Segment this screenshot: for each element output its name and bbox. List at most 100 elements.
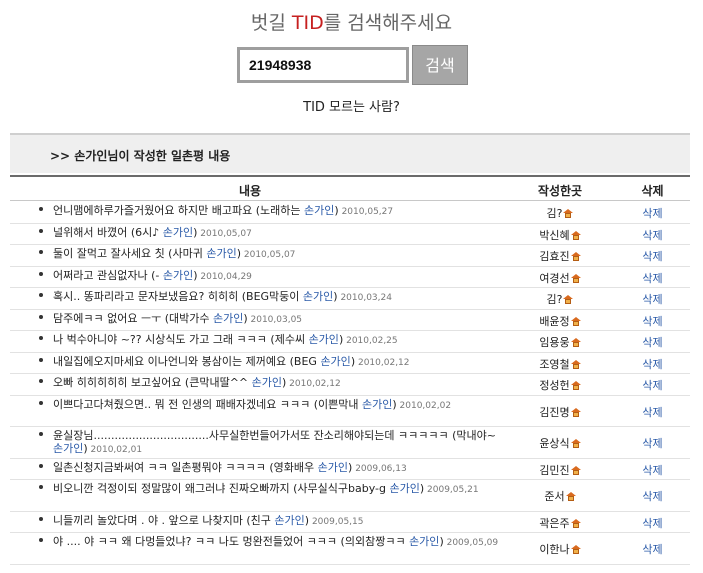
delete-link[interactable]: 삭제 (625, 313, 680, 329)
comment-nickname[interactable]: 손가인 (362, 398, 392, 411)
author-cell: 김? (515, 291, 605, 307)
comment-nickname[interactable]: 손가인 (303, 290, 333, 303)
author-name[interactable]: 김진명 (539, 406, 569, 419)
author-name[interactable]: 임용웅 (539, 336, 569, 349)
tid-help-link[interactable]: TID 모르는 사람? (0, 96, 703, 115)
comment-date: 2010,02,12 (355, 357, 410, 368)
search-button[interactable]: 검색 (412, 45, 468, 85)
home-icon[interactable] (570, 359, 581, 369)
comment-date: 2009,06,13 (352, 463, 407, 474)
author-name[interactable]: 김효진 (539, 250, 569, 263)
home-icon[interactable] (570, 518, 581, 528)
title-prefix: 벗길 (250, 12, 292, 34)
delete-link[interactable]: 삭제 (625, 377, 680, 393)
comment-content: 비오니깐 걱정이되 정말많이 왜그러냐 진짜오빠까지 (사무실식구baby-g … (53, 482, 501, 497)
delete-link[interactable]: 삭제 (625, 488, 680, 504)
comment-content: 나 벅수아니야 ~?? 시상식도 가고 그래 ㅋㅋㅋ (제수씨 손가인) 201… (53, 333, 501, 348)
comment-date: 2010,05,27 (338, 207, 394, 217)
comment-nickname[interactable]: 손가인 (309, 333, 339, 346)
delete-link[interactable]: 삭제 (625, 205, 680, 221)
author-name[interactable]: 조영철 (539, 358, 569, 371)
delete-link[interactable]: 삭제 (625, 541, 680, 557)
comment-nickname[interactable]: 손가인 (318, 461, 348, 474)
comment-date: 2010,02,12 (286, 379, 341, 389)
author-cell: 김민진 (515, 462, 605, 478)
table-row: 담주에ㅋㅋ 없어요 ㅡㅜ (대박가수 손가인) 2010,03,05 배윤정 삭제 (10, 310, 690, 331)
delete-link[interactable]: 삭제 (625, 248, 680, 264)
table-row: 윤실장님.................................사무실… (10, 427, 690, 459)
comment-text: 둘이 잘먹고 잘사세요 칫 (사마귀 (53, 247, 207, 260)
delete-link[interactable]: 삭제 (625, 270, 680, 286)
comment-nickname[interactable]: 손가인 (409, 535, 439, 548)
author-name[interactable]: 김? (547, 293, 563, 306)
comment-nickname[interactable]: 손가인 (274, 514, 304, 527)
author-name[interactable]: 김민진 (539, 464, 569, 477)
author-name[interactable]: 박신혜 (539, 229, 569, 242)
comment-date: 2010,05,07 (241, 250, 296, 260)
author-name[interactable]: 곽은주 (539, 517, 569, 530)
comment-nickname[interactable]: 손가인 (163, 226, 193, 239)
comment-text: 언니맴에하루가즐거웠어요 하지만 배고파요 (노래하는 (53, 204, 305, 217)
home-icon[interactable] (570, 381, 581, 390)
title-highlight: TID (291, 12, 324, 34)
author-cell: 여경선 (515, 270, 605, 286)
comment-content: 니들끼리 놀았다며 . 야 . 앞으로 나찾지마 (친구 손가인) 2009,0… (53, 514, 501, 529)
table-row: 야 .... 야 ㅋㅋ 왜 다멍들었냐? ㅋㅋ 나도 멍완전들었어 ㅋㅋㅋ (의… (10, 533, 690, 565)
comment-nickname[interactable]: 손가인 (304, 204, 334, 217)
delete-link[interactable]: 삭제 (625, 334, 680, 350)
table-row: 나 벅수아니야 ~?? 시상식도 가고 그래 ㅋㅋㅋ (제수씨 손가인) 201… (10, 331, 690, 353)
home-icon[interactable] (570, 252, 581, 261)
home-icon[interactable] (570, 407, 581, 417)
home-icon[interactable] (570, 439, 581, 448)
table-row: 일촌신청지금봐써여 ㅋㅋ 일촌평뭐야 ㅋㅋㅋㅋ (영화배우 손가인) 2009,… (10, 459, 690, 480)
delete-link[interactable]: 삭제 (625, 515, 680, 531)
delete-link[interactable]: 삭제 (625, 227, 680, 243)
author-name[interactable]: 이한나 (539, 543, 569, 556)
home-icon[interactable] (570, 230, 581, 240)
comment-nickname[interactable]: 손가인 (252, 376, 282, 389)
table-row: 오빠 히히히히히 보고싶어요 (큰막내딸^^ 손가인) 2010,02,12 정성… (10, 374, 690, 396)
comment-content: 내일집에오지마세요 이나언니와 봉삼이는 제꺼예요 (BEG 손가인) 2010… (53, 355, 501, 370)
home-icon[interactable] (565, 492, 576, 501)
home-icon[interactable] (563, 295, 574, 304)
tid-search-input[interactable]: 21948938 (237, 47, 409, 83)
comment-nickname[interactable]: 손가인 (53, 442, 83, 455)
comment-nickname[interactable]: 손가인 (163, 269, 193, 282)
author-name[interactable]: 여경선 (539, 272, 569, 285)
delete-link[interactable]: 삭제 (625, 435, 680, 451)
page-title: 벗길 TID를 검색해주세요 (0, 8, 703, 35)
delete-link[interactable]: 삭제 (625, 356, 680, 372)
comment-content: 윤실장님.................................사무실… (53, 429, 501, 457)
home-icon[interactable] (570, 465, 581, 475)
comment-content: 일촌신청지금봐써여 ㅋㅋ 일촌평뭐야 ㅋㅋㅋㅋ (영화배우 손가인) 2009,… (53, 461, 501, 476)
comment-content: 오빠 히히히히히 보고싶어요 (큰막내딸^^ 손가인) 2010,02,12 (53, 376, 501, 391)
comment-date: 2010,05,07 (197, 228, 252, 239)
comment-text: 윤실장님.................................사무실… (53, 429, 496, 442)
author-cell: 곽은주 (515, 515, 605, 531)
bullet-icon (39, 314, 43, 319)
author-cell: 임용웅 (515, 334, 605, 350)
comment-text: 니들끼리 놀았다며 . 야 . 앞으로 나찾지마 (친구 (53, 513, 275, 527)
author-name[interactable]: 김? (547, 207, 563, 220)
author-name[interactable]: 준서 (544, 490, 564, 503)
comment-nickname[interactable]: 손가인 (389, 482, 419, 495)
column-content-header: 내용 (238, 184, 262, 198)
comment-text: 혹시.. 똥파리라고 문자보냈음요? 히히히 (BEG막둥이 (53, 290, 303, 303)
delete-link[interactable]: 삭제 (625, 462, 680, 478)
comment-nickname[interactable]: 손가인 (320, 355, 350, 368)
bullet-icon (39, 250, 43, 254)
author-name[interactable]: 윤상식 (539, 437, 569, 450)
bullet-icon (39, 357, 43, 362)
home-icon[interactable] (570, 338, 581, 347)
bullet-icon (39, 516, 43, 521)
comment-nickname[interactable]: 손가인 (206, 247, 236, 260)
comment-nickname[interactable]: 손가인 (213, 312, 243, 325)
home-icon[interactable] (570, 273, 581, 283)
home-icon[interactable] (570, 545, 581, 554)
home-icon[interactable] (563, 209, 574, 218)
author-name[interactable]: 배윤정 (539, 315, 569, 328)
home-icon[interactable] (570, 316, 581, 326)
author-name[interactable]: 정성헌 (539, 379, 569, 392)
delete-link[interactable]: 삭제 (625, 404, 680, 420)
delete-link[interactable]: 삭제 (625, 291, 680, 307)
